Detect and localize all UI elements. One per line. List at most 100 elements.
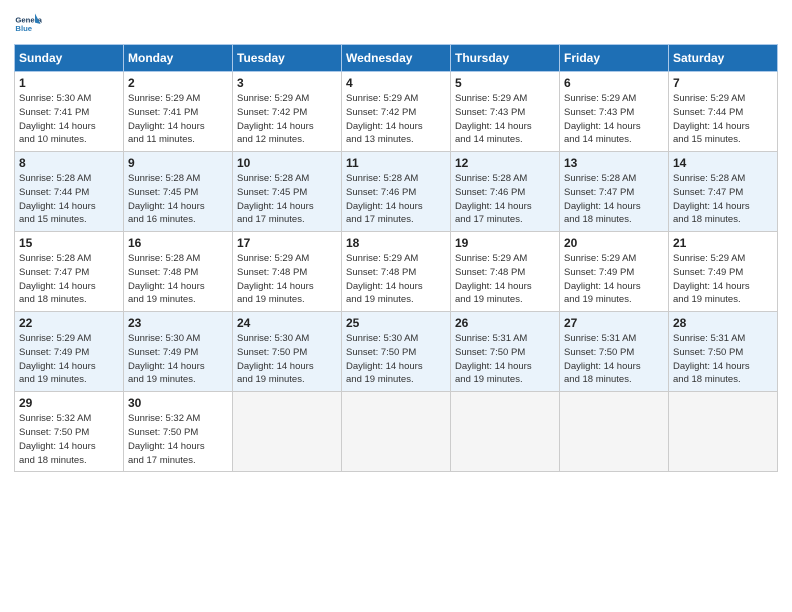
day-info: Sunrise: 5:29 AMSunset: 7:42 PMDaylight:… (346, 92, 446, 147)
day-number: 25 (346, 316, 446, 330)
calendar-week-row: 15 Sunrise: 5:28 AMSunset: 7:47 PMDayligh… (15, 232, 778, 312)
calendar-day-header: Wednesday (342, 45, 451, 72)
calendar-day-cell (451, 392, 560, 472)
calendar-week-row: 1Sunrise: 5:30 AMSunset: 7:41 PMDaylight… (15, 72, 778, 152)
calendar-day-header: Saturday (669, 45, 778, 72)
day-info: Sunrise: 5:29 AMSunset: 7:43 PMDaylight:… (455, 92, 555, 147)
page: General Blue SundayMondayTuesdayWednesda… (0, 0, 792, 612)
calendar-day-header: Monday (124, 45, 233, 72)
calendar-day-cell: 7 Sunrise: 5:29 AMSunset: 7:44 PMDaylight… (669, 72, 778, 152)
calendar-day-cell: 17Sunrise: 5:29 AMSunset: 7:48 PMDayligh… (233, 232, 342, 312)
day-info: Sunrise: 5:29 AMSunset: 7:49 PMDaylight:… (19, 332, 119, 387)
day-number: 12 (455, 156, 555, 170)
calendar-day-cell: 1Sunrise: 5:30 AMSunset: 7:41 PMDaylight… (15, 72, 124, 152)
day-number: 13 (564, 156, 664, 170)
calendar-day-cell: 8 Sunrise: 5:28 AMSunset: 7:44 PMDaylight… (15, 152, 124, 232)
day-info: Sunrise: 5:30 AMSunset: 7:49 PMDaylight:… (128, 332, 228, 387)
day-number: 4 (346, 76, 446, 90)
calendar-day-cell: 14 Sunrise: 5:28 AMSunset: 7:47 PMDayligh… (669, 152, 778, 232)
day-number: 24 (237, 316, 337, 330)
day-info: Sunrise: 5:28 AMSunset: 7:45 PMDaylight:… (128, 172, 228, 227)
calendar-day-header: Friday (560, 45, 669, 72)
day-info: Sunrise: 5:31 AMSunset: 7:50 PMDaylight:… (673, 332, 773, 387)
calendar-day-cell: 22Sunrise: 5:29 AMSunset: 7:49 PMDayligh… (15, 312, 124, 392)
day-number: 20 (564, 236, 664, 250)
calendar-day-cell: 20Sunrise: 5:29 AMSunset: 7:49 PMDayligh… (560, 232, 669, 312)
day-info: Sunrise: 5:31 AMSunset: 7:50 PMDaylight:… (455, 332, 555, 387)
calendar-day-cell: 5 Sunrise: 5:29 AMSunset: 7:43 PMDaylight… (451, 72, 560, 152)
day-info: Sunrise: 5:28 AMSunset: 7:47 PMDaylight:… (19, 252, 119, 307)
day-info: Sunrise: 5:28 AMSunset: 7:44 PMDaylight:… (19, 172, 119, 227)
day-info: Sunrise: 5:29 AMSunset: 7:44 PMDaylight:… (673, 92, 773, 147)
day-number: 26 (455, 316, 555, 330)
day-info: Sunrise: 5:29 AMSunset: 7:49 PMDaylight:… (673, 252, 773, 307)
calendar-day-cell: 6 Sunrise: 5:29 AMSunset: 7:43 PMDaylight… (560, 72, 669, 152)
calendar-week-row: 22Sunrise: 5:29 AMSunset: 7:49 PMDayligh… (15, 312, 778, 392)
day-info: Sunrise: 5:28 AMSunset: 7:48 PMDaylight:… (128, 252, 228, 307)
day-info: Sunrise: 5:28 AMSunset: 7:47 PMDaylight:… (673, 172, 773, 227)
header: General Blue (14, 10, 778, 38)
calendar-day-cell: 18 Sunrise: 5:29 AMSunset: 7:48 PMDayligh… (342, 232, 451, 312)
day-number: 27 (564, 316, 664, 330)
calendar-day-cell: 9 Sunrise: 5:28 AMSunset: 7:45 PMDaylight… (124, 152, 233, 232)
day-info: Sunrise: 5:28 AMSunset: 7:47 PMDaylight:… (564, 172, 664, 227)
calendar-day-cell (233, 392, 342, 472)
day-info: Sunrise: 5:28 AMSunset: 7:46 PMDaylight:… (346, 172, 446, 227)
calendar-day-cell: 10 Sunrise: 5:28 AMSunset: 7:45 PMDayligh… (233, 152, 342, 232)
calendar-day-cell: 24 Sunrise: 5:30 AMSunset: 7:50 PMDayligh… (233, 312, 342, 392)
day-info: Sunrise: 5:30 AMSunset: 7:50 PMDaylight:… (237, 332, 337, 387)
calendar-day-cell: 21 Sunrise: 5:29 AMSunset: 7:49 PMDayligh… (669, 232, 778, 312)
calendar-day-cell: 15 Sunrise: 5:28 AMSunset: 7:47 PMDayligh… (15, 232, 124, 312)
day-number: 23 (128, 316, 228, 330)
calendar-day-cell: 26 Sunrise: 5:31 AMSunset: 7:50 PMDayligh… (451, 312, 560, 392)
day-info: Sunrise: 5:29 AMSunset: 7:43 PMDaylight:… (564, 92, 664, 147)
day-info: Sunrise: 5:29 AMSunset: 7:41 PMDaylight:… (128, 92, 228, 147)
calendar-week-row: 29Sunrise: 5:32 AMSunset: 7:50 PMDayligh… (15, 392, 778, 472)
calendar-day-cell (342, 392, 451, 472)
calendar-day-cell (560, 392, 669, 472)
calendar-day-cell: 16 Sunrise: 5:28 AMSunset: 7:48 PMDayligh… (124, 232, 233, 312)
day-number: 14 (673, 156, 773, 170)
day-info: Sunrise: 5:32 AMSunset: 7:50 PMDaylight:… (19, 412, 119, 467)
day-info: Sunrise: 5:32 AMSunset: 7:50 PMDaylight:… (128, 412, 228, 467)
calendar-day-cell: 4 Sunrise: 5:29 AMSunset: 7:42 PMDaylight… (342, 72, 451, 152)
calendar-day-cell: 2Sunrise: 5:29 AMSunset: 7:41 PMDaylight… (124, 72, 233, 152)
day-number: 16 (128, 236, 228, 250)
day-info: Sunrise: 5:29 AMSunset: 7:48 PMDaylight:… (346, 252, 446, 307)
calendar-day-cell: 28 Sunrise: 5:31 AMSunset: 7:50 PMDayligh… (669, 312, 778, 392)
logo-icon: General Blue (14, 10, 42, 38)
day-info: Sunrise: 5:28 AMSunset: 7:46 PMDaylight:… (455, 172, 555, 227)
calendar-day-header: Tuesday (233, 45, 342, 72)
day-number: 11 (346, 156, 446, 170)
day-info: Sunrise: 5:31 AMSunset: 7:50 PMDaylight:… (564, 332, 664, 387)
calendar-day-cell: 13 Sunrise: 5:28 AMSunset: 7:47 PMDayligh… (560, 152, 669, 232)
day-number: 5 (455, 76, 555, 90)
calendar-day-cell: 27 Sunrise: 5:31 AMSunset: 7:50 PMDayligh… (560, 312, 669, 392)
day-number: 7 (673, 76, 773, 90)
day-number: 9 (128, 156, 228, 170)
day-number: 17 (237, 236, 337, 250)
day-number: 19 (455, 236, 555, 250)
calendar-day-cell: 30Sunrise: 5:32 AMSunset: 7:50 PMDayligh… (124, 392, 233, 472)
day-info: Sunrise: 5:29 AMSunset: 7:42 PMDaylight:… (237, 92, 337, 147)
calendar-day-cell (669, 392, 778, 472)
calendar-day-cell: 11 Sunrise: 5:28 AMSunset: 7:46 PMDayligh… (342, 152, 451, 232)
calendar-day-header: Thursday (451, 45, 560, 72)
svg-text:Blue: Blue (15, 24, 32, 33)
day-number: 6 (564, 76, 664, 90)
calendar-week-row: 8 Sunrise: 5:28 AMSunset: 7:44 PMDaylight… (15, 152, 778, 232)
day-number: 15 (19, 236, 119, 250)
calendar-day-cell: 25Sunrise: 5:30 AMSunset: 7:50 PMDayligh… (342, 312, 451, 392)
calendar-day-cell: 23 Sunrise: 5:30 AMSunset: 7:49 PMDayligh… (124, 312, 233, 392)
day-number: 8 (19, 156, 119, 170)
day-info: Sunrise: 5:29 AMSunset: 7:48 PMDaylight:… (455, 252, 555, 307)
logo: General Blue (14, 10, 42, 38)
calendar-day-cell: 3Sunrise: 5:29 AMSunset: 7:42 PMDaylight… (233, 72, 342, 152)
day-number: 28 (673, 316, 773, 330)
day-info: Sunrise: 5:28 AMSunset: 7:45 PMDaylight:… (237, 172, 337, 227)
calendar-day-cell: 29Sunrise: 5:32 AMSunset: 7:50 PMDayligh… (15, 392, 124, 472)
day-number: 21 (673, 236, 773, 250)
day-number: 10 (237, 156, 337, 170)
day-number: 18 (346, 236, 446, 250)
calendar-table: SundayMondayTuesdayWednesdayThursdayFrid… (14, 44, 778, 472)
